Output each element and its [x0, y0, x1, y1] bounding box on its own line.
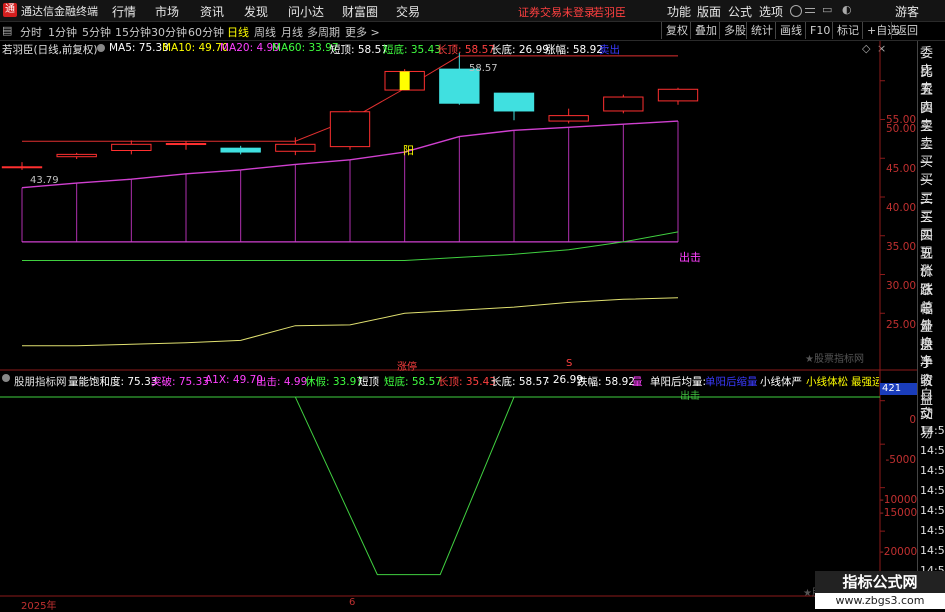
date-label: 2025年 — [21, 601, 57, 612]
y-sub-tick-label: 0 — [909, 414, 916, 426]
y-tick-label: 25.00 — [886, 319, 917, 331]
candle-body — [657, 88, 699, 102]
trade-time: 14:56 — [920, 524, 945, 537]
trade-time: 14:56 — [920, 424, 945, 437]
candle-body — [275, 143, 316, 152]
candle-body — [603, 96, 644, 112]
s-marker: S — [566, 358, 573, 369]
y-tick-label: 35.00 — [886, 241, 917, 253]
high-label: 58.57 — [469, 63, 498, 74]
sub-label: 单阳后缩量 — [705, 376, 758, 388]
watermark: ★股票指标网 — [805, 354, 864, 365]
indicator-name: 股朋指标网 — [14, 376, 67, 388]
chuji-sub-label: 出击 — [680, 391, 700, 402]
y-tick-label: 30.00 — [886, 280, 917, 292]
sub-series-line — [294, 396, 515, 576]
chuji-label: 出击 — [679, 251, 701, 264]
y-sub-tick-label: -20000 — [880, 546, 918, 558]
date-label: 6 — [349, 597, 356, 608]
limit-up-marker: 涨停 — [397, 362, 417, 373]
candle-body — [1, 166, 43, 169]
y-sub-tick-label: -5000 — [885, 454, 916, 466]
y-tick-label: 40.00 — [886, 202, 917, 214]
sub-label: 长顶: 35.43 — [438, 376, 496, 388]
yellow-line — [22, 297, 679, 347]
sub-label: 小线体严 — [760, 376, 802, 388]
candle-body — [56, 153, 97, 158]
sub-label: 量 — [632, 376, 643, 388]
sub-label: 出击: 4.99 — [256, 376, 308, 388]
sub-label: 短底: 58.57 — [384, 376, 442, 388]
trade-time: 14:56 — [920, 484, 945, 497]
candle-body — [548, 115, 589, 122]
price-chart[interactable] — [0, 0, 945, 609]
candle-body — [165, 143, 207, 146]
site-watermark: 指标公式网 www.zbgs3.com — [815, 571, 945, 609]
y-sub-tick-label: -15000 — [880, 507, 918, 519]
sub-label: A1X: 49.70 — [205, 374, 263, 386]
sub-label: 量能饱和度: 75.33 — [68, 376, 158, 388]
y-tick-label: 50.00 — [886, 123, 917, 135]
sub-label: 短顶 — [358, 376, 379, 388]
sub-current-value: 421 — [880, 383, 918, 395]
candle-body — [329, 111, 371, 148]
trade-time: 14:56 — [920, 444, 945, 457]
sub-label: 小线体松 — [806, 376, 848, 388]
candle-body — [493, 92, 535, 112]
site-url: www.zbgs3.com — [835, 594, 925, 607]
sub-label: 长底: 58.57 — [491, 376, 549, 388]
trade-time: 14:56 — [920, 504, 945, 517]
yang-label: 阳 — [403, 144, 414, 157]
candle-body — [439, 68, 480, 104]
sub-label: 休假: 33.97 — [305, 376, 363, 388]
sub-label: 突破: 75.33 — [151, 376, 209, 388]
site-name: 指标公式网 — [815, 571, 945, 593]
y-sub-tick-label: -10000 — [880, 494, 918, 506]
sub-label: 单阳后均量: — [650, 376, 707, 388]
sub-settings-icon[interactable] — [2, 374, 10, 382]
candle-body — [220, 147, 261, 153]
candle-body — [111, 143, 152, 152]
trade-time: 14:56 — [920, 464, 945, 477]
yang-marker-bar — [399, 71, 410, 91]
y-tick-label: 45.00 — [886, 163, 917, 175]
sub-label: 最强运 — [851, 376, 879, 388]
sub-label: 跌幅: 58.92 — [577, 376, 635, 388]
trade-time: 14:56 — [920, 544, 945, 557]
low-label: 43.79 — [30, 175, 59, 186]
